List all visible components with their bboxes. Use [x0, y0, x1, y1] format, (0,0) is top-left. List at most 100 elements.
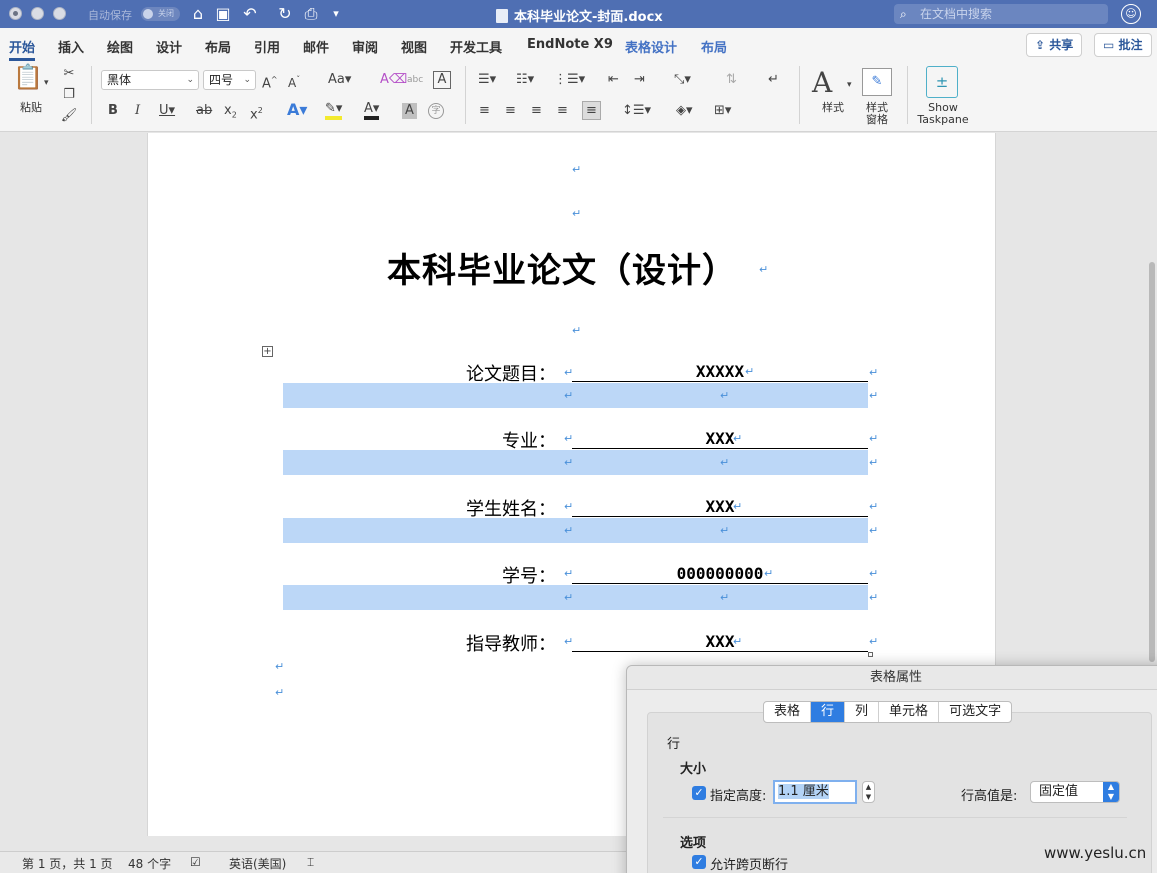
print-icon[interactable]: ⎙: [301, 4, 321, 24]
home-icon[interactable]: ⌂: [188, 4, 208, 24]
change-case-icon[interactable]: Aa▾: [328, 71, 351, 89]
phonetic-guide-icon[interactable]: abc: [407, 71, 423, 89]
tab-review[interactable]: 审阅: [352, 37, 378, 56]
numbering-icon[interactable]: ☷▾: [516, 71, 534, 89]
proofing-icon[interactable]: ☑: [190, 855, 201, 869]
paste-icon[interactable]: 📋: [12, 65, 44, 98]
align-center-icon[interactable]: ≡: [505, 102, 516, 120]
tab-layout[interactable]: 布局: [205, 37, 231, 56]
character-border-icon[interactable]: A: [433, 71, 451, 89]
font-color-icon[interactable]: A▾: [364, 101, 380, 120]
row-height-input[interactable]: 1.1 厘米: [773, 780, 857, 804]
align-right-icon[interactable]: ≡: [531, 102, 542, 120]
cover-title[interactable]: 本科毕业论文（设计）: [387, 243, 737, 292]
tab-insert[interactable]: 插入: [58, 37, 84, 56]
tab-column[interactable]: 列: [845, 702, 880, 722]
autosave-toggle[interactable]: 关闭: [141, 7, 180, 21]
chinese-layout-icon[interactable]: ⤡▾: [674, 71, 691, 89]
decrease-indent-icon[interactable]: ⇤: [608, 71, 619, 89]
font-size-select[interactable]: 四号 ⌄: [203, 70, 256, 90]
save-icon[interactable]: ▣: [213, 4, 233, 24]
tab-home[interactable]: 开始: [9, 37, 36, 61]
styles-dropdown-icon[interactable]: ▾: [847, 76, 852, 94]
styles-pane-label[interactable]: 样式 窗格: [860, 102, 894, 126]
enclose-characters-icon[interactable]: 字: [428, 103, 444, 119]
row-height-rule-select[interactable]: 固定值 ▲ ▼: [1030, 781, 1120, 803]
table-label-advisor[interactable]: 指导教师：: [356, 630, 556, 656]
justify-icon[interactable]: ≡: [557, 102, 568, 120]
align-left-icon[interactable]: ≡: [479, 102, 490, 120]
taskpane-icon[interactable]: ±: [926, 66, 958, 98]
tab-developer[interactable]: 开发工具: [450, 37, 502, 56]
selected-table-row[interactable]: [283, 585, 868, 610]
show-taskpane-label[interactable]: Show Taskpane: [914, 102, 972, 126]
word-count[interactable]: 48 个字: [128, 855, 171, 872]
tab-view[interactable]: 视图: [401, 37, 427, 56]
styles-pane-icon[interactable]: ✎: [862, 68, 892, 96]
customize-toolbar-icon[interactable]: ▾: [326, 4, 346, 24]
tab-table[interactable]: 表格: [764, 702, 812, 722]
tab-table-design[interactable]: 表格设计: [625, 37, 677, 56]
allow-row-break-checkbox[interactable]: ✓: [692, 855, 706, 869]
tab-cell[interactable]: 单元格: [879, 702, 940, 722]
paste-dropdown-icon[interactable]: ▾: [44, 74, 49, 92]
tab-row[interactable]: 行: [811, 702, 846, 722]
language-indicator[interactable]: 英语(美国): [229, 855, 286, 872]
shading-icon[interactable]: ◈▾: [676, 102, 693, 120]
font-name-select[interactable]: 黑体 ⌄: [101, 70, 199, 90]
minimize-window-button[interactable]: [31, 7, 44, 20]
row-height-stepper[interactable]: ▲ ▼: [862, 781, 875, 803]
zoom-window-button[interactable]: [53, 7, 66, 20]
show-marks-icon[interactable]: ↵: [768, 71, 779, 89]
borders-icon[interactable]: ⊞▾: [714, 102, 731, 120]
tab-mailings[interactable]: 邮件: [303, 37, 329, 56]
specify-height-checkbox[interactable]: ✓: [692, 786, 706, 800]
tab-table-layout[interactable]: 布局: [701, 37, 727, 56]
line-spacing-icon[interactable]: ↕☰▾: [622, 102, 651, 120]
text-effects-icon[interactable]: A▾: [287, 101, 307, 119]
italic-icon[interactable]: I: [135, 102, 140, 120]
copy-icon[interactable]: ❐: [60, 86, 78, 104]
bullets-icon[interactable]: ☰▾: [478, 71, 496, 89]
search-input[interactable]: ⌕ 在文档中搜索: [894, 4, 1108, 24]
increase-indent-icon[interactable]: ⇥: [634, 71, 645, 89]
vertical-scrollbar[interactable]: [1149, 262, 1155, 662]
track-changes-icon[interactable]: ⌶: [307, 855, 314, 870]
tab-alt-text[interactable]: 可选文字: [939, 702, 1011, 722]
share-button[interactable]: ⇪ 共享: [1026, 33, 1083, 57]
tab-endnote[interactable]: EndNote X9: [527, 37, 613, 52]
styles-icon[interactable]: A: [812, 66, 832, 100]
paste-button-label[interactable]: 粘贴: [14, 102, 48, 114]
subscript-icon[interactable]: x2: [224, 102, 237, 125]
undo-icon[interactable]: ↶: [240, 4, 260, 24]
grow-font-icon[interactable]: A^: [262, 71, 278, 93]
table-value-major[interactable]: XXX: [572, 429, 868, 449]
format-painter-icon[interactable]: 🖌: [60, 107, 78, 125]
page-count[interactable]: 第 1 页，共 1 页: [22, 855, 113, 872]
underline-icon[interactable]: U▾: [159, 102, 175, 120]
table-value-thesis-title[interactable]: XXXXX: [572, 362, 868, 382]
table-value-student-id[interactable]: 000000000: [572, 564, 868, 584]
bold-icon[interactable]: B: [108, 102, 118, 120]
distributed-icon[interactable]: ≡: [582, 101, 601, 120]
shrink-font-icon[interactable]: Aˇ: [288, 71, 300, 92]
table-value-student-name[interactable]: XXX: [572, 497, 868, 517]
cut-icon[interactable]: ✂: [60, 65, 78, 83]
tab-draw[interactable]: 绘图: [107, 37, 133, 56]
multilevel-list-icon[interactable]: ⋮☰▾: [554, 71, 585, 89]
character-shading-icon[interactable]: A: [402, 103, 417, 119]
table-value-advisor[interactable]: XXX: [572, 632, 868, 652]
table-move-handle[interactable]: +: [262, 346, 273, 357]
tab-design[interactable]: 设计: [156, 37, 182, 56]
feedback-smiley-icon[interactable]: ☺: [1121, 4, 1141, 24]
tab-references[interactable]: 引用: [254, 37, 280, 56]
highlight-color-icon[interactable]: ✎▾: [325, 101, 343, 120]
close-window-button[interactable]: [9, 7, 22, 20]
comments-button[interactable]: ▭ 批注: [1094, 33, 1152, 57]
table-resize-handle[interactable]: [868, 652, 873, 657]
styles-label[interactable]: 样式: [816, 102, 850, 114]
strikethrough-icon[interactable]: ab: [196, 102, 212, 120]
selected-table-row[interactable]: [283, 518, 868, 543]
superscript-icon[interactable]: x2: [250, 102, 263, 124]
selected-table-row[interactable]: [283, 450, 868, 475]
